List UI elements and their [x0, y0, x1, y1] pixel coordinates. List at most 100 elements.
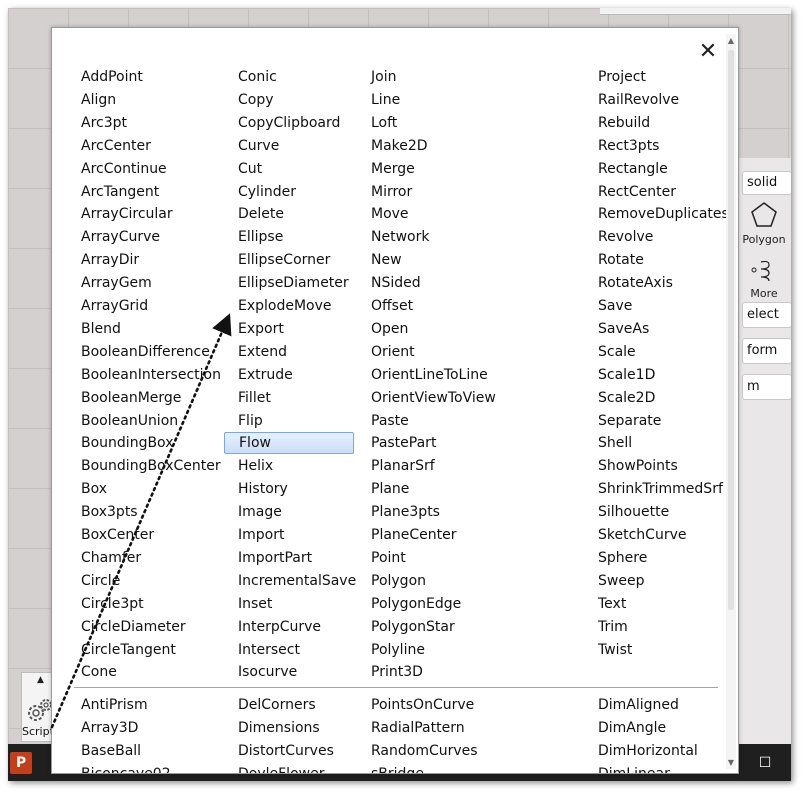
command-item[interactable]: ImportPart — [238, 547, 312, 569]
more-tool[interactable]: More — [742, 256, 786, 300]
command-item[interactable]: DimAngle — [598, 717, 666, 739]
command-item[interactable]: Polyline — [371, 639, 425, 661]
close-icon[interactable]: ✕ — [696, 40, 720, 64]
command-item[interactable]: Intersect — [238, 639, 300, 661]
command-item[interactable]: Rectangle — [598, 158, 668, 180]
scroll-up-icon[interactable]: ▲ — [726, 36, 736, 45]
command-item[interactable]: SketchCurve — [598, 524, 686, 546]
command-item-selected[interactable]: Flow — [224, 432, 354, 455]
command-item[interactable]: Copy — [238, 89, 274, 111]
command-item[interactable]: BooleanIntersection — [81, 364, 221, 386]
command-item[interactable]: DimLinear — [598, 763, 670, 773]
command-item[interactable]: IncrementalSave — [238, 570, 356, 592]
command-item[interactable]: Text — [598, 593, 626, 615]
solid-button[interactable]: solid — [742, 171, 791, 195]
m-button[interactable]: m — [742, 374, 791, 400]
command-item[interactable]: ArcContinue — [81, 158, 167, 180]
command-item[interactable]: sBridge — [371, 763, 424, 773]
command-item[interactable]: Join — [371, 66, 396, 88]
command-item[interactable]: Sweep — [598, 570, 644, 592]
command-item[interactable]: ArrayDir — [81, 249, 139, 271]
command-item[interactable]: Export — [238, 318, 284, 340]
command-item[interactable]: InterpCurve — [238, 616, 321, 638]
command-item[interactable]: Isocurve — [238, 661, 297, 683]
command-item[interactable]: Biconcave02 — [81, 763, 171, 773]
notification-icon[interactable]: ☐ — [755, 753, 775, 773]
command-item[interactable]: RotateAxis — [598, 272, 673, 294]
command-item[interactable]: Make2D — [371, 135, 428, 157]
command-item[interactable]: Move — [371, 203, 409, 225]
command-item[interactable]: Network — [371, 226, 429, 248]
command-item[interactable]: EllipseCorner — [238, 249, 330, 271]
command-item[interactable]: DistortCurves — [238, 740, 334, 762]
command-item[interactable]: BooleanUnion — [81, 410, 178, 432]
command-item[interactable]: Chamfer — [81, 547, 141, 569]
command-item[interactable]: Image — [238, 501, 282, 523]
command-item[interactable]: History — [238, 478, 288, 500]
command-item[interactable]: Offset — [371, 295, 413, 317]
command-item[interactable]: Mirror — [371, 181, 412, 203]
command-item[interactable]: DelCorners — [238, 694, 316, 716]
command-item[interactable]: Scale2D — [598, 387, 655, 409]
command-item[interactable]: Circle3pt — [81, 593, 144, 615]
command-item[interactable]: ArrayGem — [81, 272, 152, 294]
powerpoint-icon[interactable]: P — [10, 752, 32, 774]
command-item[interactable]: Curve — [238, 135, 279, 157]
command-item[interactable]: Scale — [598, 341, 636, 363]
command-item[interactable]: Loft — [371, 112, 397, 134]
command-item[interactable]: Trim — [598, 616, 628, 638]
command-item[interactable]: Blend — [81, 318, 121, 340]
command-item[interactable]: OrientLineToLine — [371, 364, 488, 386]
command-item[interactable]: Align — [81, 89, 116, 111]
command-item[interactable]: Box — [81, 478, 107, 500]
command-item[interactable]: Merge — [371, 158, 415, 180]
select-button[interactable]: elect — [742, 302, 791, 328]
command-item[interactable]: Sphere — [598, 547, 647, 569]
command-item[interactable]: Rebuild — [598, 112, 650, 134]
polygon-tool[interactable]: Polygon — [742, 200, 786, 246]
command-item[interactable]: AntiPrism — [81, 694, 148, 716]
command-item[interactable]: Import — [238, 524, 284, 546]
command-item[interactable]: Plane3pts — [371, 501, 440, 523]
command-item[interactable]: BaseBall — [81, 740, 141, 762]
scrollbar-thumb[interactable] — [728, 50, 734, 610]
command-item[interactable]: ExplodeMove — [238, 295, 332, 317]
command-item[interactable]: Helix — [238, 455, 273, 477]
command-item[interactable]: PolygonStar — [371, 616, 455, 638]
command-item[interactable]: Separate — [598, 410, 661, 432]
command-item[interactable]: CircleTangent — [81, 639, 176, 661]
command-item[interactable]: Point — [371, 547, 406, 569]
command-item[interactable]: Circle — [81, 570, 120, 592]
command-item[interactable]: PlaneCenter — [371, 524, 457, 546]
command-item[interactable]: RandomCurves — [371, 740, 478, 762]
transform-button[interactable]: form — [742, 338, 791, 364]
command-item[interactable]: ArcTangent — [81, 181, 159, 203]
command-item[interactable]: Fillet — [238, 387, 271, 409]
command-item[interactable]: Twist — [598, 639, 632, 661]
command-item[interactable]: Cylinder — [238, 181, 296, 203]
command-item[interactable]: Polygon — [371, 570, 426, 592]
command-item[interactable]: NSided — [371, 272, 421, 294]
command-item[interactable]: BoundingBox — [81, 432, 173, 454]
command-item[interactable]: PolygonEdge — [371, 593, 461, 615]
command-item[interactable]: RadialPattern — [371, 717, 465, 739]
command-item[interactable]: Box3pts — [81, 501, 138, 523]
command-item[interactable]: Print3D — [371, 661, 423, 683]
command-item[interactable]: DoyleFlower — [238, 763, 324, 773]
command-item[interactable]: Plane — [371, 478, 409, 500]
command-item[interactable]: Project — [598, 66, 646, 88]
command-item[interactable]: Cut — [238, 158, 262, 180]
command-item[interactable]: Conic — [238, 66, 277, 88]
command-item[interactable]: PlanarSrf — [371, 455, 435, 477]
command-item[interactable]: BoxCenter — [81, 524, 154, 546]
command-item[interactable]: PastePart — [371, 432, 436, 454]
command-item[interactable]: Extrude — [238, 364, 293, 386]
command-item[interactable]: ShowPoints — [598, 455, 678, 477]
command-item[interactable]: Paste — [371, 410, 409, 432]
command-item[interactable]: EllipseDiameter — [238, 272, 349, 294]
command-item[interactable]: ArrayCircular — [81, 203, 173, 225]
scroll-down-icon[interactable]: ▼ — [726, 758, 736, 767]
command-item[interactable]: PointsOnCurve — [371, 694, 474, 716]
command-item[interactable]: AddPoint — [81, 66, 143, 88]
command-item[interactable]: RectCenter — [598, 181, 676, 203]
